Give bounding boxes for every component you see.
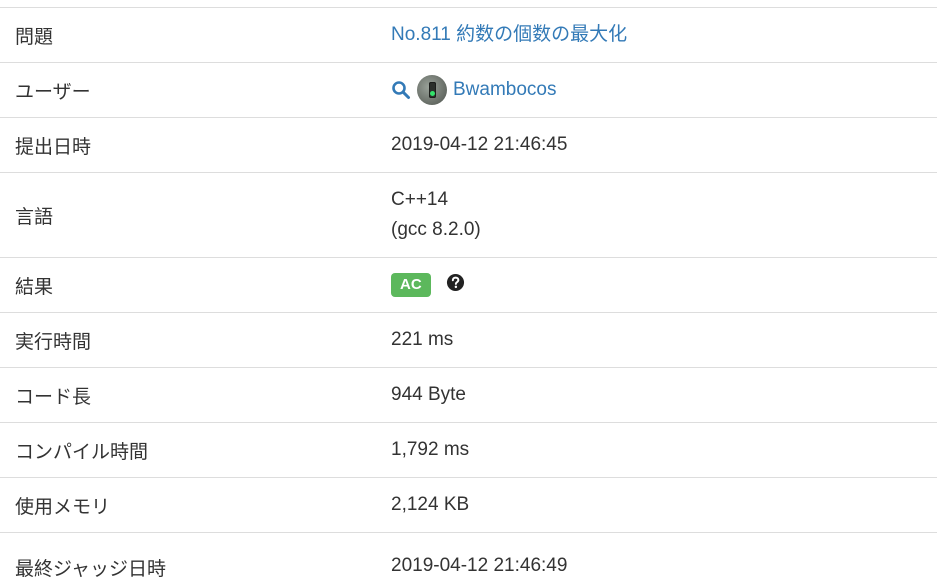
label-compile-time: コンパイル時間 [15, 441, 149, 463]
value-compile-time: 1,792 ms [391, 439, 470, 460]
row-submitted: 提出日時 2019-04-12 21:46:45 [0, 118, 937, 173]
user-info: Bwambocos [391, 75, 937, 105]
value-problem: No.811 約数の個数の最大化 [391, 20, 937, 50]
user-avatar[interactable] [417, 75, 447, 105]
value-user: Bwambocos [391, 75, 937, 105]
search-icon[interactable] [391, 80, 411, 100]
value-memory: 2,124 KB [391, 494, 470, 515]
row-result: 結果 AC [0, 258, 937, 313]
row-problem: 問題 No.811 約数の個数の最大化 [0, 8, 937, 63]
label-exec-time: 実行時間 [15, 331, 92, 353]
status-badge: AC [391, 272, 431, 297]
row-compile-time: コンパイル時間 1,792 ms [0, 423, 937, 478]
label-memory: 使用メモリ [15, 496, 111, 518]
label-submitted: 提出日時 [15, 136, 92, 158]
row-exec-time: 実行時間 221 ms [0, 313, 937, 368]
user-link[interactable]: Bwambocos [453, 75, 557, 105]
value-language: C++14 (gcc 8.2.0) [391, 185, 937, 245]
row-judged: 最終ジャッジ日時 2019-04-12 21:46:49 [0, 533, 937, 583]
language-name: C++14 [391, 189, 449, 210]
language-version: (gcc 8.2.0) [391, 219, 481, 240]
problem-link[interactable]: No.811 約数の個数の最大化 [391, 24, 627, 45]
label-user: ユーザー [15, 81, 91, 103]
label-problem: 問題 [15, 26, 54, 48]
value-result: AC [391, 270, 937, 300]
value-code-length: 944 Byte [391, 384, 466, 405]
question-circle-icon[interactable] [446, 273, 465, 292]
row-user: ユーザー Bwambocos [0, 63, 937, 118]
label-language: 言語 [15, 206, 54, 228]
label-code-length: コード長 [15, 386, 92, 408]
row-language: 言語 C++14 (gcc 8.2.0) [0, 173, 937, 258]
value-exec-time: 221 ms [391, 329, 454, 350]
submission-info-table: 問題 No.811 約数の個数の最大化 ユーザー Bwambocos 提出日時 … [0, 7, 937, 583]
value-judged: 2019-04-12 21:46:49 [391, 555, 568, 576]
label-result: 結果 [15, 276, 54, 298]
row-code-length: コード長 944 Byte [0, 368, 937, 423]
label-judged: 最終ジャッジ日時 [15, 559, 167, 580]
row-memory: 使用メモリ 2,124 KB [0, 478, 937, 533]
value-submitted: 2019-04-12 21:46:45 [391, 134, 568, 155]
